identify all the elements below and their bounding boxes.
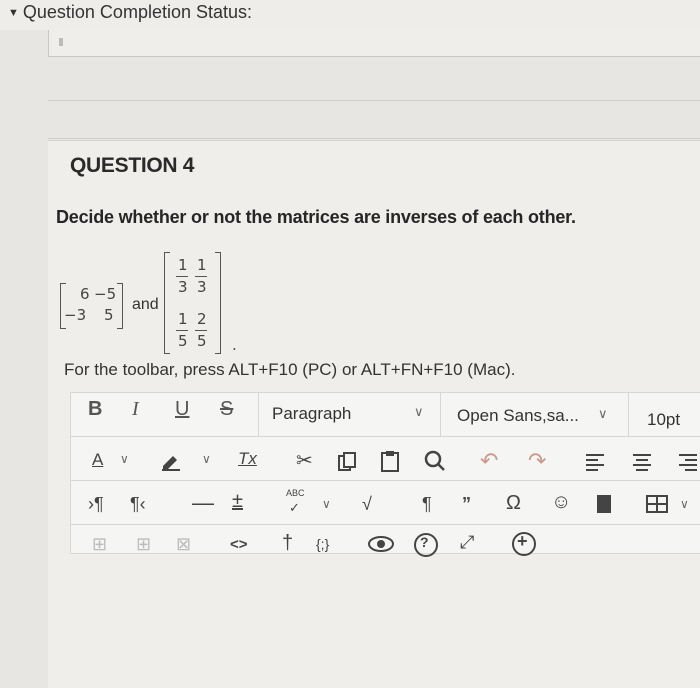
- toolbar-hint: For the toolbar, press ALT+F10 (PC) or A…: [64, 360, 516, 379]
- pilcrow-icon[interactable]: ¶: [422, 494, 432, 515]
- trailing-period: .: [232, 336, 237, 354]
- table-icon: [646, 495, 668, 513]
- ltr-direction-icon[interactable]: ›¶: [88, 494, 104, 515]
- quote-icon[interactable]: ”: [462, 494, 471, 515]
- table-delete-icon[interactable]: ⊠: [176, 534, 191, 555]
- matrix-b-r1c1-den: 3: [178, 278, 188, 296]
- paste-icon[interactable]: [380, 450, 400, 472]
- divider: [48, 138, 700, 139]
- align-left-icon[interactable]: [585, 453, 605, 471]
- matrix-b-r2c1-den: 5: [178, 332, 188, 350]
- matrix-a-r2c1: −3: [64, 306, 87, 324]
- chevron-down-icon: ∨: [680, 497, 689, 511]
- status-toggle[interactable]: ▼ Question Completion Status:: [8, 2, 252, 23]
- table-insert-column-icon[interactable]: ⊞: [136, 534, 151, 555]
- align-center-icon[interactable]: [632, 453, 652, 471]
- square-root-icon[interactable]: √: [362, 494, 372, 515]
- status-title: Question Completion Status:: [22, 2, 253, 22]
- matrix-b-r1c2-num: 1: [197, 256, 207, 274]
- matrix-b-r2c2-den: 5: [197, 332, 207, 350]
- chevron-down-icon: ∨: [414, 404, 424, 419]
- align-right-icon[interactable]: [678, 453, 698, 471]
- plus-minus-icon[interactable]: ±: [232, 490, 243, 513]
- bookmark-icon[interactable]: [596, 494, 612, 514]
- bold-button[interactable]: B: [88, 398, 102, 421]
- fullscreen-icon[interactable]: ⤢: [460, 532, 474, 553]
- underline-button[interactable]: U: [175, 398, 189, 421]
- cut-icon[interactable]: ✂: [296, 448, 313, 473]
- source-code-button[interactable]: {;}: [316, 536, 329, 552]
- highlighter-icon: [162, 456, 180, 471]
- toolbar-separator: [258, 392, 259, 436]
- chevron-down-icon: ∨: [598, 406, 608, 421]
- matrix-a-r1c2: −5: [94, 285, 117, 303]
- matrix-b-r1c1-num: 1: [178, 256, 188, 274]
- emoji-icon[interactable]: ☺: [551, 491, 571, 514]
- table-insert-row-icon[interactable]: ⊞: [92, 534, 107, 555]
- chevron-down-icon: ∨: [202, 452, 211, 466]
- matrix-b-r1c2-den: 3: [197, 278, 207, 296]
- toolbar-row-divider: [70, 480, 700, 481]
- code-view-button[interactable]: <>: [230, 536, 248, 553]
- rtl-direction-icon[interactable]: ¶‹: [130, 494, 146, 515]
- matrix-a-r1c1: 6: [80, 285, 90, 303]
- italic-button[interactable]: I: [132, 398, 139, 421]
- chevron-down-icon: ∨: [322, 497, 331, 511]
- divider: [48, 100, 700, 101]
- status-bar: ▼ Question Completion Status:: [0, 0, 700, 30]
- status-field: [48, 30, 700, 57]
- paragraph-select-value: Paragraph: [272, 404, 352, 423]
- strikethrough-button[interactable]: S: [220, 398, 233, 421]
- toolbar-separator: [440, 392, 441, 436]
- font-size-select[interactable]: 10pt: [647, 410, 680, 430]
- status-field-marker: [59, 38, 63, 46]
- chevron-down-icon: ∨: [120, 452, 129, 466]
- preview-icon[interactable]: [368, 535, 394, 553]
- toolbar-row-divider: [70, 436, 700, 437]
- matrix-b-r2c1-num: 1: [178, 310, 188, 328]
- bracket-right: [215, 252, 221, 354]
- check-icon: ✓: [289, 500, 300, 515]
- toolbar-separator: [628, 392, 629, 436]
- spellcheck-label: ABC: [286, 488, 305, 498]
- question-title: QUESTION 4: [70, 154, 195, 177]
- matrix-a-r2c2: 5: [104, 306, 114, 324]
- matrix-b-r2c2-num: 2: [197, 310, 207, 328]
- font-family-select-value: Open Sans,sa...: [457, 406, 579, 425]
- bracket-right: [117, 283, 123, 329]
- toolbar-row-divider: [70, 524, 700, 525]
- help-label: ?: [420, 534, 429, 550]
- undo-icon[interactable]: ↶: [480, 448, 498, 474]
- plus-icon: +: [517, 531, 528, 551]
- bracket-left: [164, 252, 170, 354]
- special-character-icon[interactable]: Ω: [506, 492, 521, 515]
- text-color-glyph: A: [92, 450, 104, 469]
- clear-formatting-button[interactable]: Tx: [238, 449, 257, 469]
- question-text: Decide whether or not the matrices are i…: [56, 207, 576, 227]
- chevron-down-icon: ▼: [8, 7, 19, 19]
- horizontal-line-icon[interactable]: —: [192, 490, 214, 516]
- redo-icon[interactable]: ↷: [528, 448, 546, 474]
- search-icon[interactable]: [424, 450, 446, 472]
- connector-text: and: [132, 296, 159, 313]
- accessibility-icon[interactable]: †: [282, 532, 293, 555]
- copy-icon[interactable]: [338, 452, 356, 472]
